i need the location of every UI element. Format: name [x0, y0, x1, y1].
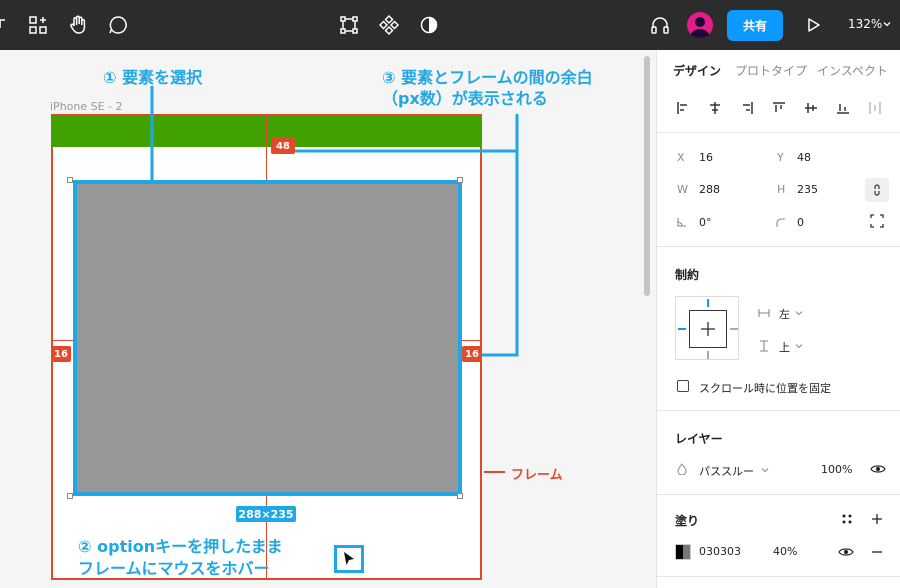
tab-design[interactable]: デザイン	[673, 62, 721, 79]
figma-window: 共有 132% iPhone SE - 2 48 16 16 288×235 ①…	[0, 0, 900, 588]
blend-mode-icon	[675, 462, 689, 476]
corner-radius-icon	[773, 215, 787, 229]
divider	[657, 494, 900, 495]
eye-icon[interactable]	[837, 544, 855, 560]
remove-fill-icon[interactable]	[869, 544, 885, 560]
align-left-icon[interactable]	[671, 96, 695, 120]
layer-title: レイヤー	[675, 432, 723, 446]
independent-corners-icon[interactable]	[869, 213, 885, 229]
divider	[657, 410, 900, 411]
rotation-input[interactable]: 0°	[699, 216, 712, 229]
align-horizontal-center-icon[interactable]	[703, 96, 727, 120]
chevron-down-icon[interactable]	[882, 19, 892, 29]
constraints-lines	[678, 299, 738, 359]
comment-icon[interactable]	[106, 13, 130, 37]
blend-mode-select[interactable]: パススルー	[699, 463, 754, 479]
callout-option-hover-line1: ② optionキーを押したまま	[78, 537, 283, 556]
align-bottom-icon[interactable]	[831, 96, 855, 120]
share-button[interactable]: 共有	[727, 10, 783, 41]
align-top-icon[interactable]	[767, 96, 791, 120]
y-input[interactable]: 48	[797, 151, 811, 164]
tab-prototype[interactable]: プロトタイプ	[735, 62, 807, 79]
horizontal-constraint-select[interactable]: 左	[779, 306, 790, 322]
fill-title: 塗り	[675, 514, 700, 528]
menu-icon[interactable]	[0, 13, 16, 37]
divider	[657, 132, 900, 133]
x-label: X	[677, 151, 685, 164]
chevron-down-icon[interactable]	[795, 309, 803, 317]
align-vertical-center-icon[interactable]	[799, 96, 823, 120]
canvas[interactable]: iPhone SE - 2 48 16 16 288×235 ① 要素を選択 ③…	[0, 50, 656, 588]
cursor-icon	[334, 545, 364, 573]
constrain-proportions-icon[interactable]	[865, 178, 889, 202]
width-input[interactable]: 288	[699, 183, 720, 196]
callout-option-hover-line2: フレームにマウスをホバー	[78, 559, 270, 578]
components-icon[interactable]	[26, 13, 50, 37]
chevron-down-icon[interactable]	[795, 342, 803, 350]
corner-radius-input[interactable]: 0	[797, 216, 804, 229]
component-icon[interactable]	[377, 13, 401, 37]
hand-tool-icon[interactable]	[66, 13, 90, 37]
fill-opacity-input[interactable]: 40%	[773, 545, 797, 558]
constraints-widget[interactable]	[675, 296, 739, 360]
toolbar: 共有 132%	[0, 0, 900, 50]
styles-grid-icon[interactable]	[839, 511, 855, 527]
canvas-scrollbar[interactable]	[644, 56, 650, 296]
x-input[interactable]: 16	[699, 151, 713, 164]
callout-spacing-line2: （px数）が表示される	[382, 89, 548, 108]
tab-inspect[interactable]: インスペクト	[817, 62, 888, 79]
avatar[interactable]	[687, 12, 713, 38]
frame-icon[interactable]	[337, 13, 361, 37]
headphones-icon[interactable]	[648, 13, 672, 37]
divider	[657, 576, 900, 577]
h-label: H	[777, 183, 786, 196]
chevron-down-icon[interactable]	[761, 466, 769, 474]
fix-on-scroll-label[interactable]: スクロール時に位置を固定	[699, 380, 831, 396]
horizontal-constraint-icon	[757, 306, 771, 320]
vertical-constraint-select[interactable]: 上	[779, 339, 790, 355]
zoom-level[interactable]: 132%	[848, 17, 882, 31]
theme-icon[interactable]	[417, 13, 441, 37]
fill-hex-input[interactable]: 030303	[699, 545, 741, 558]
constraints-title: 制約	[675, 268, 700, 282]
divider	[657, 246, 900, 247]
fill-color-swatch[interactable]	[675, 544, 691, 560]
layer-opacity-input[interactable]: 100%	[821, 463, 852, 476]
add-fill-icon[interactable]	[869, 511, 885, 527]
rotation-icon	[675, 215, 689, 229]
properties-panel: デザイン プロトタイプ インスペクト X 16 Y 48 W 288 H 235…	[656, 50, 900, 588]
w-label: W	[677, 183, 688, 196]
play-icon[interactable]	[801, 13, 825, 37]
callout-lines	[150, 86, 519, 473]
fix-on-scroll-checkbox[interactable]	[677, 380, 689, 392]
callout-select-element: ① 要素を選択	[103, 68, 203, 87]
eye-icon[interactable]	[869, 461, 887, 477]
distribute-icon[interactable]	[863, 96, 887, 120]
vertical-constraint-icon	[757, 339, 771, 353]
callout-frame: フレーム	[511, 468, 563, 483]
align-right-icon[interactable]	[735, 96, 759, 120]
y-label: Y	[777, 151, 784, 164]
height-input[interactable]: 235	[797, 183, 818, 196]
